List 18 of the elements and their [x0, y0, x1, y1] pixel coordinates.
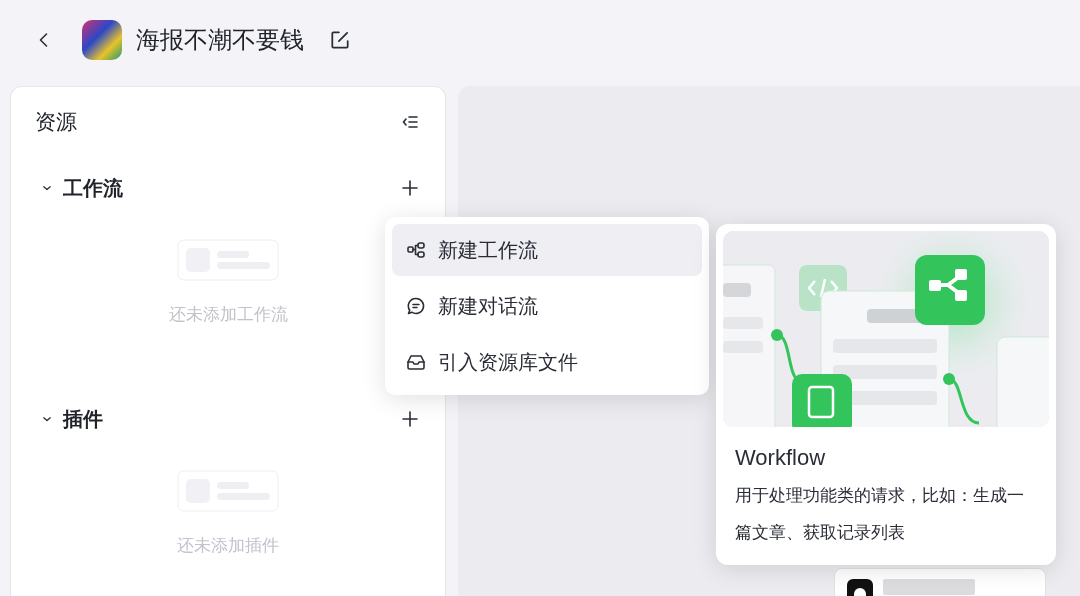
app-logo: [82, 20, 122, 60]
empty-state-text: 还未添加工作流: [168, 304, 288, 326]
chat-bubble-icon: [406, 296, 426, 316]
plus-icon: [400, 409, 420, 429]
menu-item[interactable]: 引入资源库文件: [392, 336, 702, 388]
nodes-icon: [406, 240, 426, 260]
tray-icon: [406, 352, 426, 372]
card-title: Workflow: [735, 445, 827, 471]
empty-state-text: 还未添加插件: [177, 535, 279, 557]
project-title: 海报不潮不要钱: [136, 25, 304, 55]
panel-title: 资源: [35, 109, 77, 135]
section-title: 插件: [63, 406, 104, 432]
plus-icon: [400, 178, 420, 198]
section-title: 工作流: [63, 175, 124, 201]
edit-icon: [329, 29, 351, 51]
menu-item[interactable]: 新建对话流: [392, 280, 702, 332]
menu-item[interactable]: 新建工作流: [392, 224, 702, 276]
card-description: 用于处理功能类的请求，比如：生成一篇文章、获取记录列表: [735, 485, 1025, 544]
